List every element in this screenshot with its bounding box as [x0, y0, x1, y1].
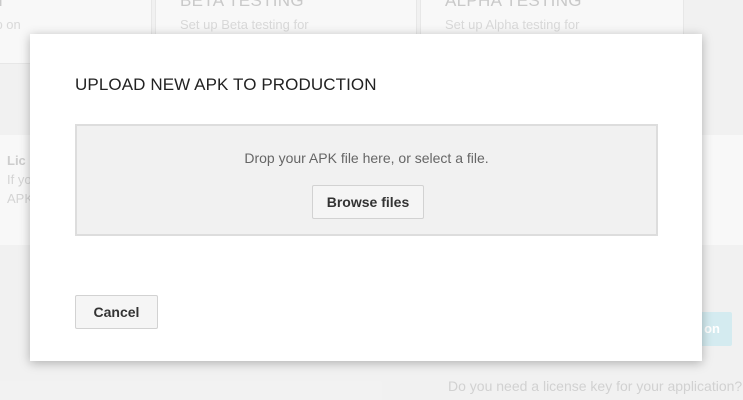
cancel-button[interactable]: Cancel — [75, 295, 158, 329]
apk-dropzone[interactable]: Drop your APK file here, or select a fil… — [75, 124, 658, 236]
dialog-title: UPLOAD NEW APK TO PRODUCTION — [75, 75, 377, 94]
upload-apk-dialog: UPLOAD NEW APK TO PRODUCTION Drop your A… — [30, 34, 702, 361]
browse-files-button[interactable]: Browse files — [312, 185, 424, 219]
dropzone-hint: Drop your APK file here, or select a fil… — [244, 150, 489, 166]
